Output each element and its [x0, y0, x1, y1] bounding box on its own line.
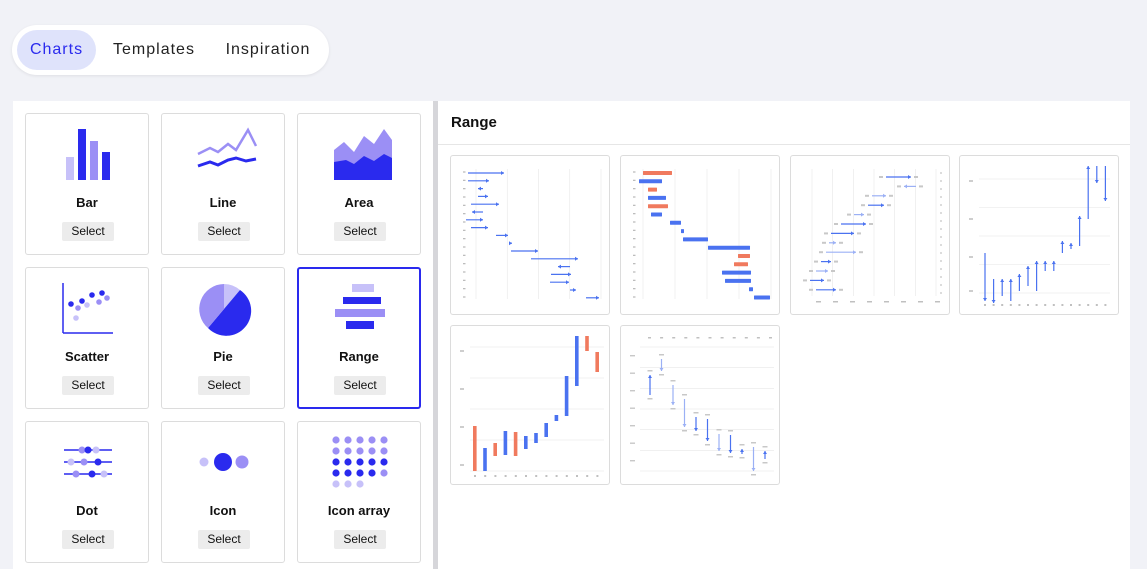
chart-card-label: Dot — [76, 503, 98, 518]
range-bars-vertical-preview — [460, 336, 604, 477]
dot-chart-icon — [64, 446, 112, 478]
chart-card-pie[interactable]: Pie Select — [161, 267, 285, 409]
line-chart-icon — [197, 127, 258, 168]
chart-card-icon[interactable]: Icon Select — [161, 421, 285, 563]
tab-charts[interactable]: Charts — [17, 30, 96, 70]
chart-card-dot[interactable]: Dot Select — [25, 421, 149, 563]
chart-card-range[interactable]: Range Select — [297, 267, 421, 409]
scatter-chart-icon — [62, 283, 113, 334]
tab-templates[interactable]: Templates — [101, 30, 207, 70]
template-preview-panel: Range — [438, 101, 1130, 569]
bar-chart-icon — [66, 129, 110, 180]
chart-card-label: Bar — [76, 195, 98, 210]
range-arrows-vertical-preview — [969, 166, 1110, 306]
pie-chart-icon — [199, 284, 252, 336]
select-button[interactable]: Select — [62, 530, 114, 549]
range-arrows-labeled-preview — [803, 169, 942, 303]
header-divider — [438, 144, 1130, 145]
template-thumbnail[interactable] — [620, 325, 780, 485]
template-thumbnail[interactable] — [790, 155, 950, 315]
chart-card-label: Scatter — [64, 349, 110, 364]
chart-card-label: Range — [339, 349, 379, 364]
template-thumbnail[interactable] — [450, 155, 610, 315]
chart-card-area[interactable]: Area Select — [297, 113, 421, 255]
chart-type-gallery: Bar Select Line Select Area Select Scatt… — [13, 101, 433, 569]
select-button[interactable]: Select — [62, 222, 114, 241]
select-button[interactable]: Select — [334, 376, 386, 395]
select-button[interactable]: Select — [198, 376, 250, 395]
range-bars-horizontal-preview — [633, 169, 772, 300]
chart-card-line[interactable]: Line Select — [161, 113, 285, 255]
panel-title: Range — [451, 114, 497, 131]
chart-card-label: Icon — [209, 503, 237, 518]
template-thumbnail[interactable] — [959, 155, 1119, 315]
chart-card-icon-array[interactable]: Icon array Select — [297, 421, 421, 563]
select-button[interactable]: Select — [62, 376, 114, 395]
select-button[interactable]: Select — [198, 222, 250, 241]
range-arrows-horizontal-preview — [463, 169, 602, 300]
icon-chart-icon — [199, 453, 249, 471]
template-thumbnail[interactable] — [450, 325, 610, 485]
select-button[interactable]: Select — [334, 530, 386, 549]
chart-card-bar[interactable]: Bar Select — [25, 113, 149, 255]
range-chart-icon — [335, 284, 385, 329]
chart-type-tabs: Charts Templates Inspiration — [12, 25, 329, 75]
icon-array-chart-icon — [332, 436, 388, 488]
range-arrows-vertical-labeled-preview — [630, 337, 774, 476]
tab-inspiration[interactable]: Inspiration — [215, 30, 321, 70]
select-button[interactable]: Select — [334, 222, 386, 241]
template-thumbnail[interactable] — [620, 155, 780, 315]
chart-card-label: Line — [209, 195, 237, 210]
area-chart-icon — [334, 129, 392, 180]
chart-card-label: Icon array — [327, 503, 391, 518]
select-button[interactable]: Select — [198, 530, 250, 549]
chart-card-label: Pie — [213, 349, 233, 364]
chart-card-scatter[interactable]: Scatter Select — [25, 267, 149, 409]
chart-card-label: Area — [344, 195, 374, 210]
